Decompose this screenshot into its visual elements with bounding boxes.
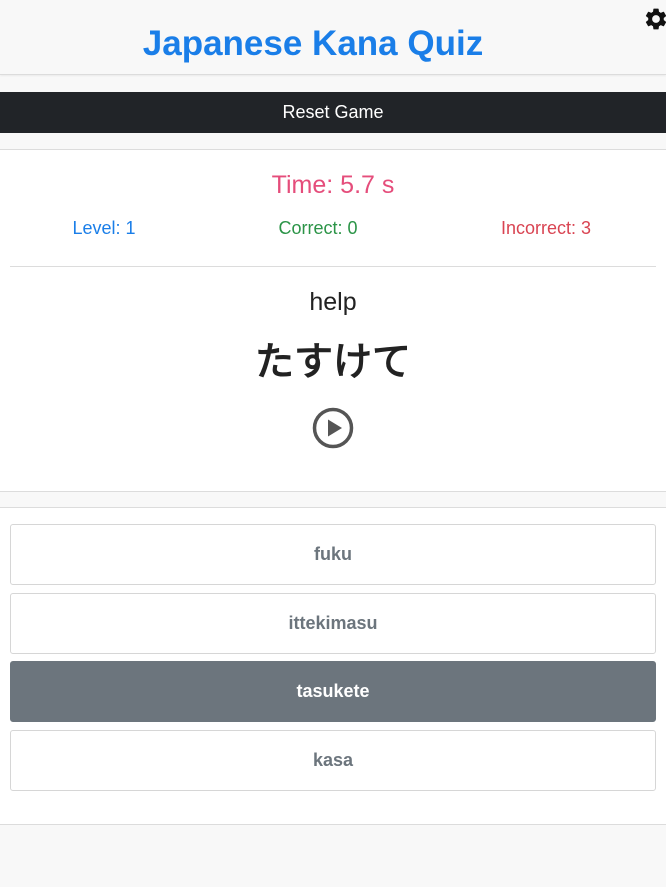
kana-word: たすけて (254, 340, 411, 385)
quiz-card: Time: 5.7 s Level: 1 Correct: 0 Incorrec… (0, 149, 666, 492)
word-meaning: help (309, 288, 357, 316)
divider (10, 266, 656, 267)
gear-icon[interactable] (643, 6, 666, 32)
play-circle-icon[interactable] (312, 407, 354, 449)
incorrect-stat: Incorrect: 3 (500, 218, 592, 238)
app-header: Japanese Kana Quiz (0, 0, 666, 75)
reset-game-button[interactable]: Reset Game (0, 92, 666, 133)
answer-option[interactable]: kasa (10, 730, 656, 791)
answers-card: fuku ittekimasu tasukete kasa (0, 507, 666, 825)
page-title: Japanese Kana Quiz (142, 24, 484, 63)
answer-option[interactable]: ittekimasu (10, 593, 656, 654)
answer-option[interactable]: fuku (10, 524, 656, 585)
level-stat: Level: 1 (72, 218, 136, 238)
score-stats: Level: 1 Correct: 0 Incorrect: 3 (0, 216, 666, 240)
correct-stat: Correct: 0 (278, 218, 358, 238)
timer-display: Time: 5.7 s (271, 171, 395, 199)
answer-option[interactable]: tasukete (10, 661, 656, 722)
